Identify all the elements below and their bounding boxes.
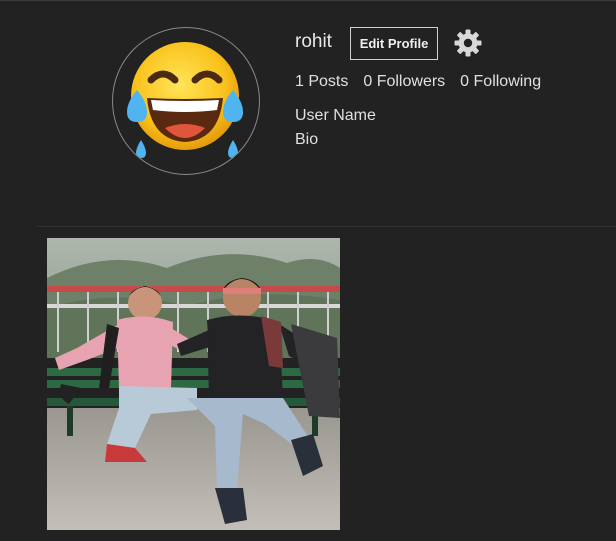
laughing-emoji-icon (127, 42, 243, 158)
top-border (0, 0, 616, 1)
section-divider (37, 226, 616, 227)
gear-icon[interactable] (453, 28, 483, 58)
posts-count: 1 Posts (295, 73, 349, 90)
following-count[interactable]: 0 Following (460, 73, 541, 91)
profile-avatar[interactable] (112, 27, 260, 175)
post-thumbnail[interactable] (47, 238, 340, 530)
profile-bio: Bio (295, 131, 319, 148)
profile-real-name: User Name (295, 107, 376, 124)
edit-profile-button[interactable]: Edit Profile (350, 27, 438, 60)
post-photo (47, 238, 340, 530)
profile-username: rohit (295, 31, 332, 52)
profile-stats: 1 Posts 0 Followers 0 Following (295, 73, 541, 91)
followers-count[interactable]: 0 Followers (363, 73, 445, 91)
